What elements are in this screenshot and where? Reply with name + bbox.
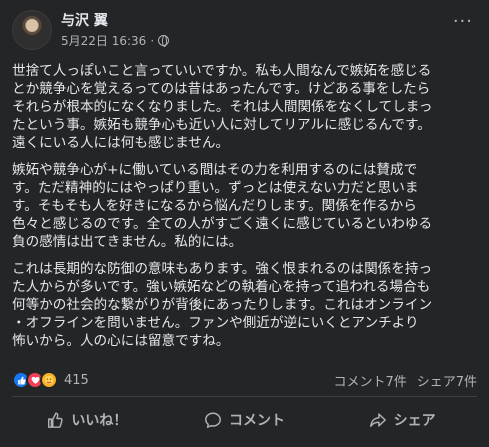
post-paragraph: 嫉妬や競争心が+に働いている間はその力を利用するのには賛成で す。ただ精神的には… [12, 162, 433, 250]
divider [12, 396, 477, 397]
post-subline: 5月22日 16:36 · [61, 33, 170, 49]
like-button[interactable]: いいね！ [8, 400, 166, 440]
post-paragraph: これは長期的な防御の意味もあります。強く恨まれるのは関係を持っ た人からが多いで… [12, 261, 433, 349]
comment-button[interactable]: コメント [166, 400, 324, 440]
engagement-counts: コメント7件 シェア7件 [333, 371, 477, 390]
like-button-label: いいね！ [71, 413, 128, 429]
action-bar: いいね！ コメント シェア [8, 400, 481, 440]
care-icon [40, 371, 58, 389]
comment-icon [205, 412, 221, 428]
comment-count[interactable]: コメント7件 [333, 371, 406, 390]
post-header: 与沢 翼 5月22日 16:36 · [12, 10, 170, 50]
more-options-icon[interactable]: ··· [453, 13, 473, 31]
author-name[interactable]: 与沢 翼 [61, 12, 169, 30]
post-card: 与沢 翼 5月22日 16:36 · ··· 世捨て人っぽいこと言っていいですか… [0, 0, 489, 447]
post-stats: 415 コメント7件 シェア7件 [12, 370, 477, 390]
share-count[interactable]: シェア7件 [417, 371, 477, 390]
share-icon [369, 413, 386, 428]
avatar[interactable] [12, 10, 52, 50]
share-button-label: シェア [393, 413, 436, 429]
comment-button-label: コメント [229, 413, 285, 429]
thumbs-up-icon [48, 412, 64, 428]
reactions-summary[interactable]: 415 [12, 371, 89, 389]
share-button[interactable]: シェア [323, 400, 481, 440]
post-timestamp[interactable]: 5月22日 16:36 [61, 33, 146, 49]
post-paragraph: 世捨て人っぽいこと言っていいですか。私も人間なんで嫉妬を感じる とか競争心を覚え… [12, 63, 433, 151]
post-meta: 与沢 翼 5月22日 16:36 · [61, 12, 170, 49]
globe-icon [158, 35, 170, 47]
post-body: 世捨て人っぽいこと言っていいですか。私も人間なんで嫉妬を感じる とか競争心を覚え… [12, 62, 477, 359]
reaction-count: 415 [64, 372, 89, 388]
